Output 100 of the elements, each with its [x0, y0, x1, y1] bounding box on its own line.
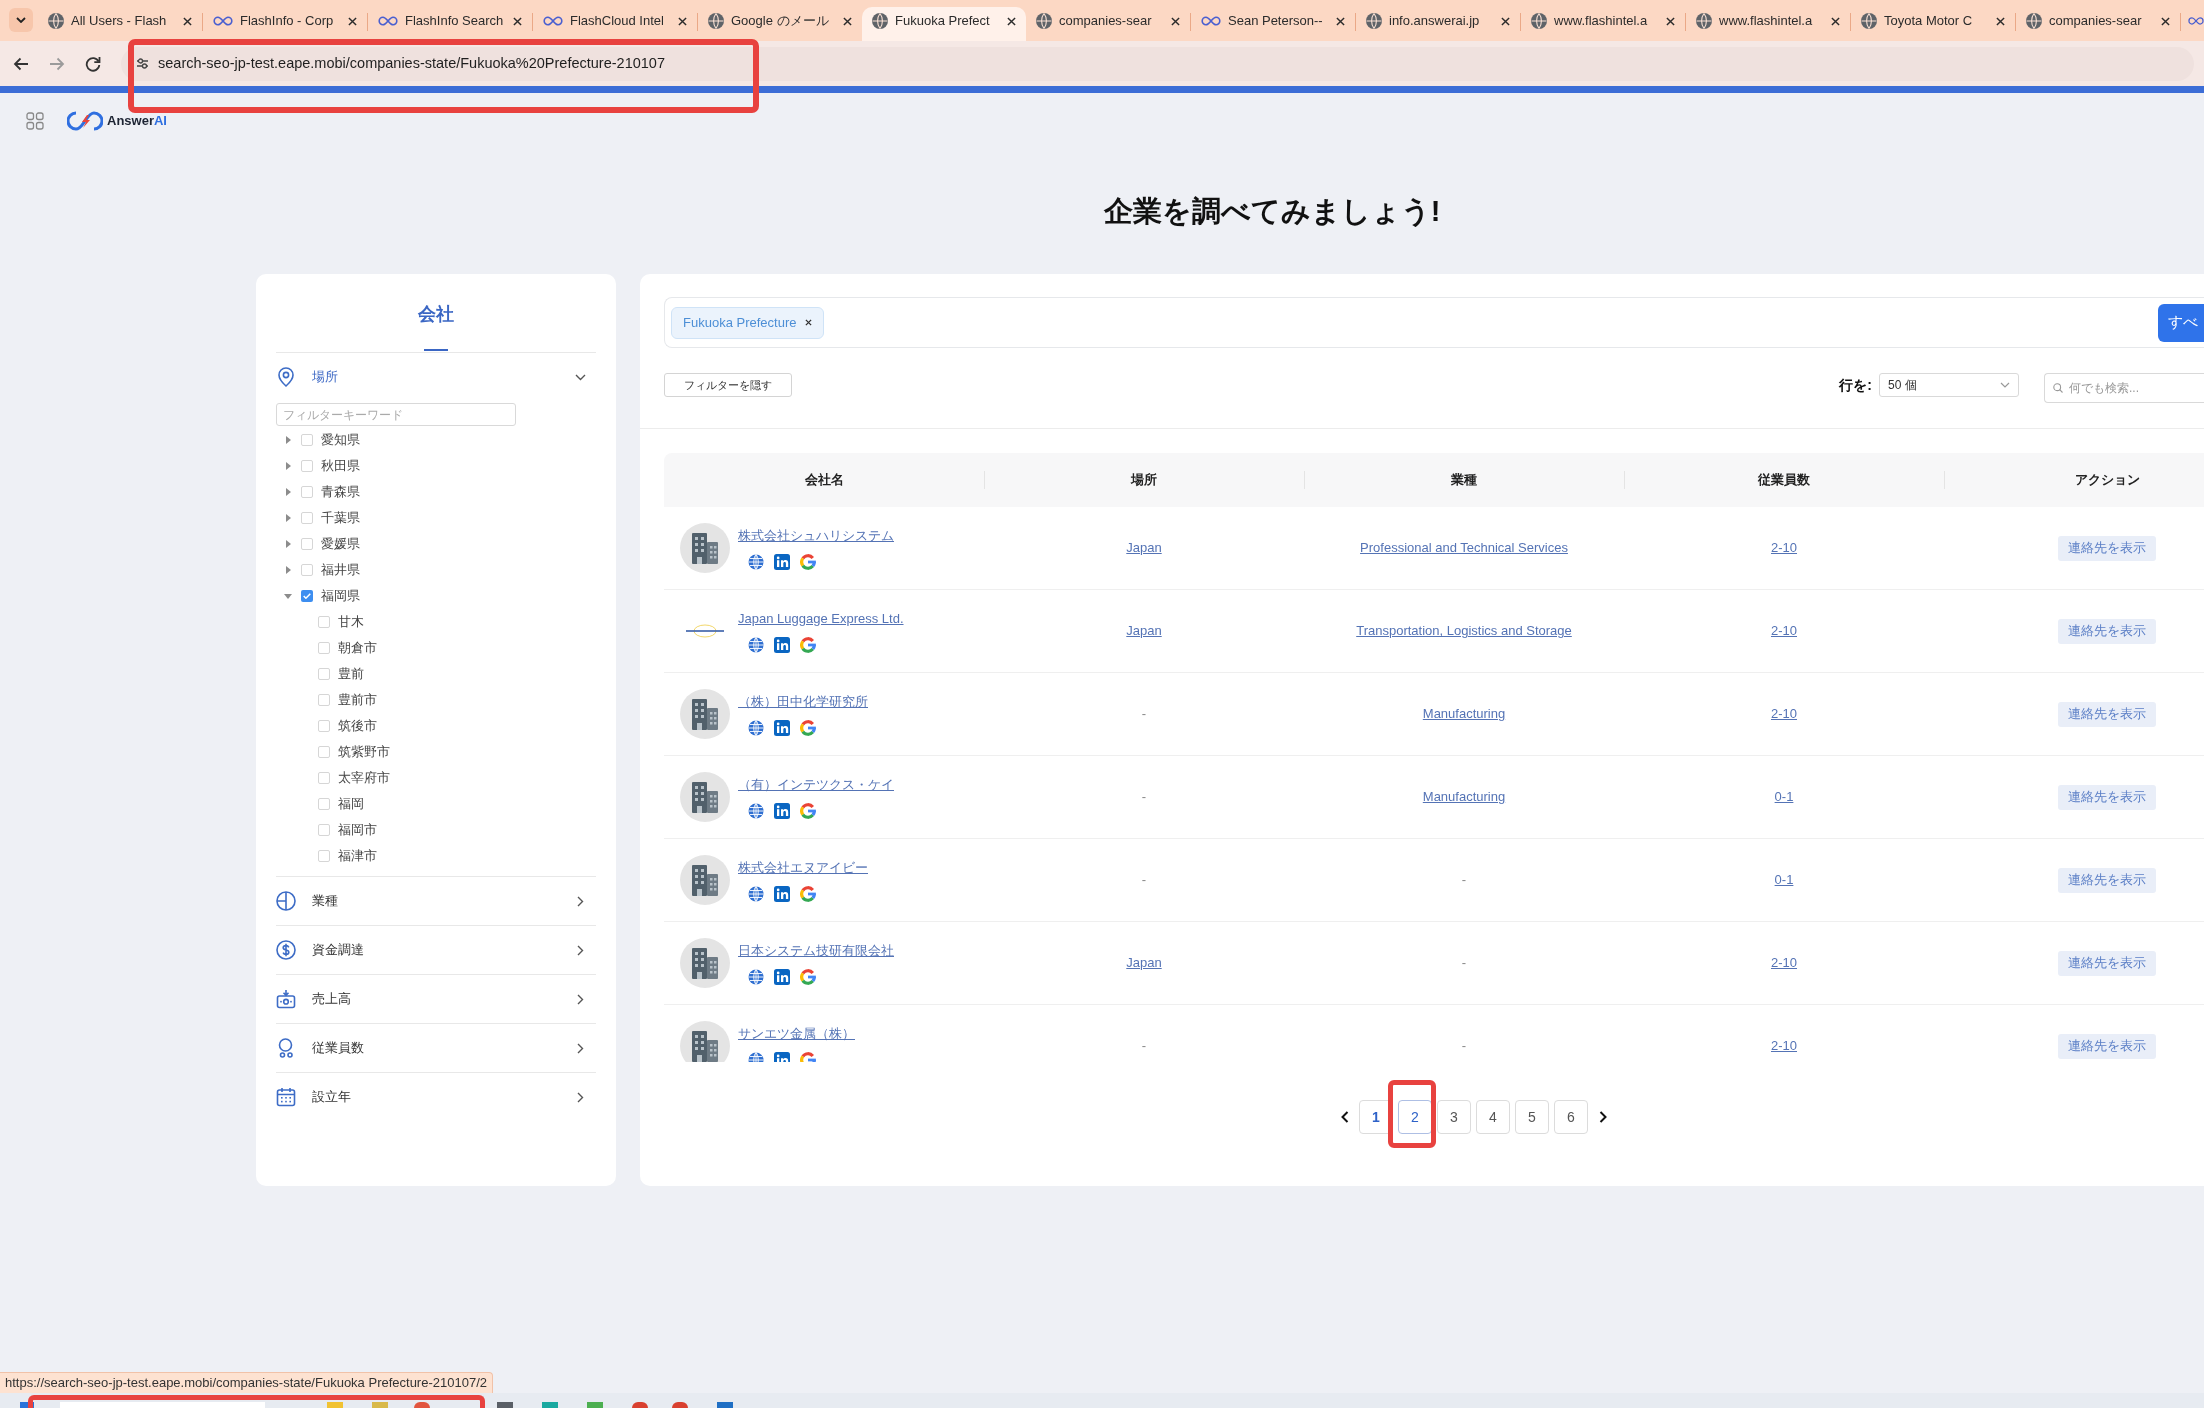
browser-tab[interactable]: companies-sear	[1026, 7, 1190, 41]
close-icon[interactable]	[513, 16, 522, 26]
checkbox[interactable]	[318, 642, 330, 654]
google-icon[interactable]	[800, 968, 816, 985]
view-contacts-button[interactable]: 連絡先を表示	[2058, 784, 2156, 810]
employee-count-link[interactable]: 2-10	[1771, 1036, 1797, 1056]
employee-count-link[interactable]: 0-1	[1774, 787, 1794, 807]
company-link[interactable]: （有）インテツクス・ケイ	[738, 775, 894, 794]
checkbox[interactable]	[301, 564, 313, 576]
browser-tab[interactable]: FlashInfo Search	[368, 7, 532, 41]
tree-item-label[interactable]: 福津市	[338, 846, 377, 866]
checkbox[interactable]	[318, 694, 330, 706]
tree-item-label[interactable]: 筑後市	[338, 716, 377, 736]
address-bar[interactable]: search-seo-jp-test.eape.mobi/companies-state/Fukuoka%20Prefecture-210107	[121, 46, 2194, 81]
close-icon[interactable]	[678, 16, 687, 26]
browser-tab[interactable]: All Users - Flash	[38, 7, 202, 41]
tree-item-label[interactable]: 愛知県	[321, 430, 360, 450]
view-contacts-button[interactable]: 連絡先を表示	[2058, 701, 2156, 727]
tree-item-label[interactable]: 筑紫野市	[338, 742, 390, 762]
hide-filters-button[interactable]: フィルターを隠す	[664, 373, 792, 397]
checkbox[interactable]	[318, 772, 330, 784]
checkbox[interactable]	[301, 460, 313, 472]
close-icon[interactable]	[183, 16, 192, 26]
checkbox[interactable]	[318, 824, 330, 836]
close-icon[interactable]	[1336, 16, 1345, 26]
back-arrow-icon[interactable]	[13, 56, 29, 71]
browser-tab[interactable]: Sean Peterson--	[1191, 7, 1355, 41]
chevron-right-icon[interactable]	[577, 1091, 584, 1103]
page-button[interactable]: 2	[1398, 1100, 1432, 1134]
chevron-left-icon[interactable]	[1341, 1111, 1349, 1123]
caret-right-icon[interactable]	[286, 540, 291, 548]
checkbox[interactable]	[301, 512, 313, 524]
checkbox[interactable]	[301, 434, 313, 446]
linkedin-icon[interactable]	[774, 719, 790, 736]
chevron-right-icon[interactable]	[577, 944, 584, 956]
chevron-down-icon[interactable]	[575, 373, 586, 381]
browser-tab[interactable]: Fukuoka Prefect	[862, 7, 1026, 41]
taskbar-icon[interactable]	[672, 1402, 688, 1408]
browser-tab[interactable]: FlashCloud Intel	[533, 7, 697, 41]
tree-item-label[interactable]: 青森県	[321, 482, 360, 502]
linkedin-icon[interactable]	[774, 968, 790, 985]
linkedin-icon[interactable]	[774, 636, 790, 653]
company-link[interactable]: 株式会社シュハリシステム	[738, 526, 894, 545]
checkbox[interactable]	[318, 746, 330, 758]
taskbar-icon[interactable]	[414, 1402, 430, 1408]
browser-tab[interactable]: Toyota Motor C	[1851, 7, 2015, 41]
globe-icon[interactable]	[748, 802, 764, 819]
view-contacts-button[interactable]: 連絡先を表示	[2058, 950, 2156, 976]
employee-count-link[interactable]: 2-10	[1771, 538, 1797, 558]
close-icon[interactable]	[2161, 16, 2170, 26]
location-link[interactable]: Japan	[1126, 538, 1162, 558]
forward-arrow-icon[interactable]	[49, 56, 65, 71]
filter-keyword-field[interactable]: フィルターキーワード	[276, 403, 516, 426]
close-icon[interactable]	[348, 16, 357, 26]
google-icon[interactable]	[800, 719, 816, 736]
caret-down-icon[interactable]	[284, 593, 292, 599]
employee-count-link[interactable]: 2-10	[1771, 704, 1797, 724]
linkedin-icon[interactable]	[774, 802, 790, 819]
page-button[interactable]: 3	[1437, 1100, 1471, 1134]
google-icon[interactable]	[800, 553, 816, 570]
tree-item-label[interactable]: 愛媛県	[321, 534, 360, 554]
caret-right-icon[interactable]	[286, 436, 291, 444]
tree-item-label[interactable]: 福岡	[338, 794, 364, 814]
close-icon[interactable]	[1171, 16, 1180, 26]
chevron-right-icon[interactable]	[1599, 1111, 1607, 1123]
caret-right-icon[interactable]	[286, 462, 291, 470]
reload-icon[interactable]	[85, 55, 101, 72]
company-link[interactable]: 日本システム技研有限会社	[738, 941, 894, 960]
tree-item-label[interactable]: 秋田県	[321, 456, 360, 476]
tree-item-label[interactable]: 千葉県	[321, 508, 360, 528]
checkbox[interactable]	[318, 668, 330, 680]
view-contacts-button[interactable]: 連絡先を表示	[2058, 867, 2156, 893]
globe-icon[interactable]	[748, 968, 764, 985]
close-icon[interactable]	[805, 319, 813, 326]
employee-count-link[interactable]: 2-10	[1771, 621, 1797, 641]
rows-per-page-select[interactable]: 50 個	[1879, 373, 2019, 397]
checkbox[interactable]	[301, 486, 313, 498]
browser-tab[interactable]: companies-sear	[2016, 7, 2180, 41]
company-link[interactable]: （株）田中化学研究所	[738, 692, 868, 711]
close-icon[interactable]	[1996, 16, 2005, 26]
tree-item-label[interactable]: 豊前市	[338, 690, 377, 710]
industry-link[interactable]: Professional and Technical Services	[1360, 538, 1568, 558]
site-info-icon[interactable]	[137, 58, 148, 69]
chevron-right-icon[interactable]	[577, 1042, 584, 1054]
tree-item-label[interactable]: 朝倉市	[338, 638, 377, 658]
tree-item-label[interactable]: 太宰府市	[338, 768, 390, 788]
tree-item-label[interactable]: 福井県	[321, 560, 360, 580]
close-icon[interactable]	[843, 16, 852, 26]
filter-section-label[interactable]: 設立年	[312, 1087, 351, 1107]
checkbox[interactable]	[301, 590, 313, 602]
close-icon[interactable]	[1007, 16, 1016, 26]
view-contacts-button[interactable]: 連絡先を表示	[2058, 1033, 2156, 1059]
industry-link[interactable]: Manufacturing	[1422, 704, 1506, 724]
checkbox[interactable]	[318, 798, 330, 810]
grid-icon[interactable]	[26, 112, 44, 130]
browser-tab[interactable]: FlashInfo - Corp	[203, 7, 367, 41]
caret-right-icon[interactable]	[286, 514, 291, 522]
google-icon[interactable]	[800, 885, 816, 902]
chevron-right-icon[interactable]	[577, 993, 584, 1005]
globe-icon[interactable]	[748, 553, 764, 570]
